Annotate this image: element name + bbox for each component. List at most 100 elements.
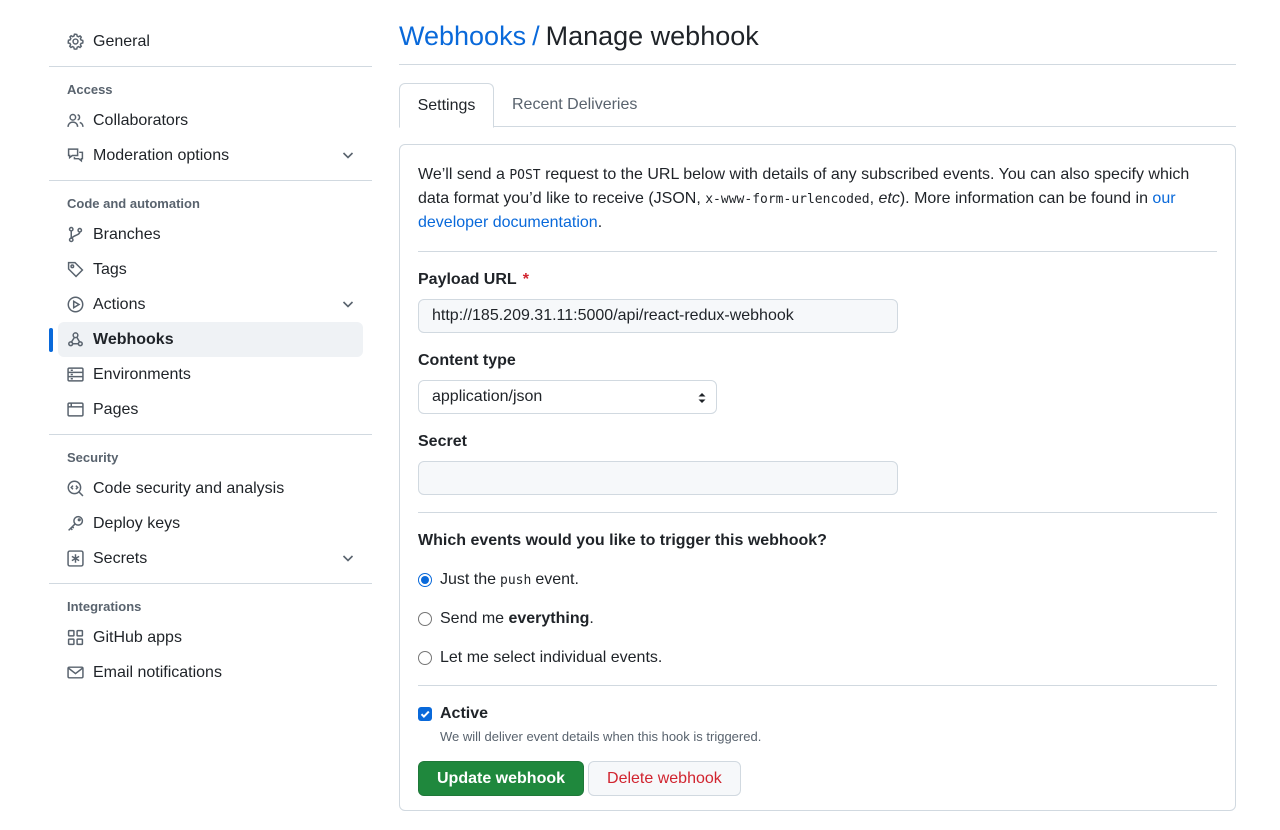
form-divider <box>418 251 1217 252</box>
sidebar-item-label: Secrets <box>93 549 148 567</box>
sidebar-divider <box>49 66 372 67</box>
intro-text-part: We’ll send a <box>418 166 510 183</box>
sidebar-item-collaborators[interactable]: Collaborators <box>49 103 363 138</box>
radio-push-code: push <box>500 572 532 588</box>
sidebar-divider <box>49 180 372 181</box>
tab-settings[interactable]: Settings <box>399 83 494 128</box>
content-type-value: application/json <box>432 388 543 405</box>
payload-url-label-text: Payload URL <box>418 271 517 288</box>
payload-url-input[interactable]: http://185.209.31.11:5000/api/react-redu… <box>418 299 898 333</box>
intro-text-etc: etc <box>878 190 900 207</box>
intro-text-part: . <box>597 214 603 231</box>
sidebar-item-label: Branches <box>93 225 161 243</box>
sidebar-item-label: Webhooks <box>93 330 174 348</box>
form-actions: Update webhook Delete webhook <box>418 761 1217 796</box>
sidebar-item-moderation[interactable]: Moderation options <box>49 138 363 173</box>
sidebar-item-actions[interactable]: Actions <box>49 287 363 322</box>
events-question: Which events would you like to trigger t… <box>418 532 827 549</box>
git-branch-icon <box>67 226 84 243</box>
section-heading-code-automation: Code and automation <box>67 195 200 211</box>
sidebar-item-label: Environments <box>93 365 191 383</box>
intro-code-urlencoded: x-www-form-urlencoded <box>705 192 870 207</box>
sidebar-item-environments[interactable]: Environments <box>49 357 363 392</box>
radio-option-push[interactable]: Just the push event. <box>418 570 1217 590</box>
sidebar-item-github-apps[interactable]: GitHub apps <box>49 620 363 655</box>
breadcrumb-separator: / <box>532 20 540 51</box>
key-icon <box>67 515 84 532</box>
sidebar-item-label: GitHub apps <box>93 628 182 646</box>
active-option[interactable]: Active <box>418 704 1217 724</box>
required-mark: * <box>522 271 529 288</box>
radio-push-label-end: event. <box>535 571 579 588</box>
people-icon <box>67 112 84 129</box>
breadcrumb-webhooks[interactable]: Webhooks <box>399 21 526 52</box>
sidebar-item-tags[interactable]: Tags <box>49 252 363 287</box>
active-hint: We will deliver event details when this … <box>440 729 762 744</box>
radio-option-everything[interactable]: Send me everything. <box>418 609 1217 629</box>
sidebar-item-label: Deploy keys <box>93 514 181 532</box>
radio-option-select[interactable]: Let me select individual events. <box>418 648 1217 668</box>
tab-recent-deliveries[interactable]: Recent Deliveries <box>512 83 637 127</box>
sidebar-item-label: Email notifications <box>93 663 222 681</box>
main-content: Webhooks / Manage webhook Settings Recen… <box>399 16 1236 811</box>
chevron-down-icon[interactable] <box>341 148 355 162</box>
sidebar-item-pages[interactable]: Pages <box>49 392 363 427</box>
radio-everything-bold: everything <box>508 610 590 627</box>
sidebar-item-email-notifications[interactable]: Email notifications <box>49 655 363 690</box>
update-webhook-button[interactable]: Update webhook <box>418 761 585 796</box>
comment-discussion-icon <box>67 147 84 164</box>
play-circle-icon <box>67 296 84 313</box>
sidebar-divider <box>49 434 372 435</box>
chevron-down-icon[interactable] <box>341 297 355 311</box>
mail-icon <box>67 664 84 681</box>
select-arrows-icon <box>697 391 707 405</box>
section-heading-access: Access <box>67 81 113 97</box>
sidebar-item-general[interactable]: General <box>49 24 363 59</box>
asterisk-box-icon <box>67 550 84 567</box>
tab-bar: Settings Recent Deliveries <box>399 83 1236 128</box>
sidebar-divider <box>49 583 372 584</box>
sidebar-item-label: Moderation options <box>93 146 230 164</box>
form-divider <box>418 512 1217 513</box>
sidebar-item-code-security[interactable]: Code security and analysis <box>49 471 363 506</box>
webhook-icon <box>67 331 84 348</box>
chevron-down-icon[interactable] <box>341 551 355 565</box>
sidebar-item-webhooks[interactable]: Webhooks <box>49 322 363 357</box>
sidebar-item-label: Code security and analysis <box>93 479 285 497</box>
radio-everything-label: Send me <box>440 610 509 627</box>
secret-label: Secret <box>418 433 467 450</box>
settings-sidebar: General Access Collaborators Moderation … <box>49 24 372 690</box>
sidebar-item-label: Pages <box>93 400 139 418</box>
check-icon <box>420 710 430 719</box>
apps-icon <box>67 629 84 646</box>
gear-icon <box>67 33 84 50</box>
radio-push[interactable] <box>418 573 432 587</box>
secret-input[interactable] <box>418 461 898 495</box>
section-heading-security: Security <box>67 449 119 465</box>
codescan-icon <box>67 480 84 497</box>
content-type-select[interactable]: application/json <box>418 380 717 414</box>
active-checkbox[interactable] <box>418 707 432 721</box>
server-icon <box>67 366 84 383</box>
delete-webhook-button[interactable]: Delete webhook <box>588 761 741 796</box>
page-title-text: Manage webhook <box>545 20 759 51</box>
intro-text-part: , <box>869 190 879 207</box>
sidebar-item-deploy-keys[interactable]: Deploy keys <box>49 506 363 541</box>
radio-select-label: Let me select individual events. <box>440 649 663 666</box>
radio-everything-label-end: . <box>589 610 594 627</box>
form-divider <box>418 685 1217 686</box>
sidebar-item-branches[interactable]: Branches <box>49 217 363 252</box>
radio-everything[interactable] <box>418 612 432 626</box>
page-title: Webhooks / Manage webhook <box>399 16 1236 56</box>
payload-url-label: Payload URL * <box>418 270 1217 290</box>
sidebar-item-secrets[interactable]: Secrets <box>49 541 363 576</box>
sidebar-item-label: Actions <box>93 295 146 313</box>
tag-icon <box>67 261 84 278</box>
sidebar-item-label: Tags <box>93 260 127 278</box>
intro-text: We’ll send a POST request to the URL bel… <box>418 163 1217 234</box>
webhook-form-panel: We’ll send a POST request to the URL bel… <box>399 144 1236 811</box>
radio-select[interactable] <box>418 651 432 665</box>
browser-icon <box>67 401 84 418</box>
